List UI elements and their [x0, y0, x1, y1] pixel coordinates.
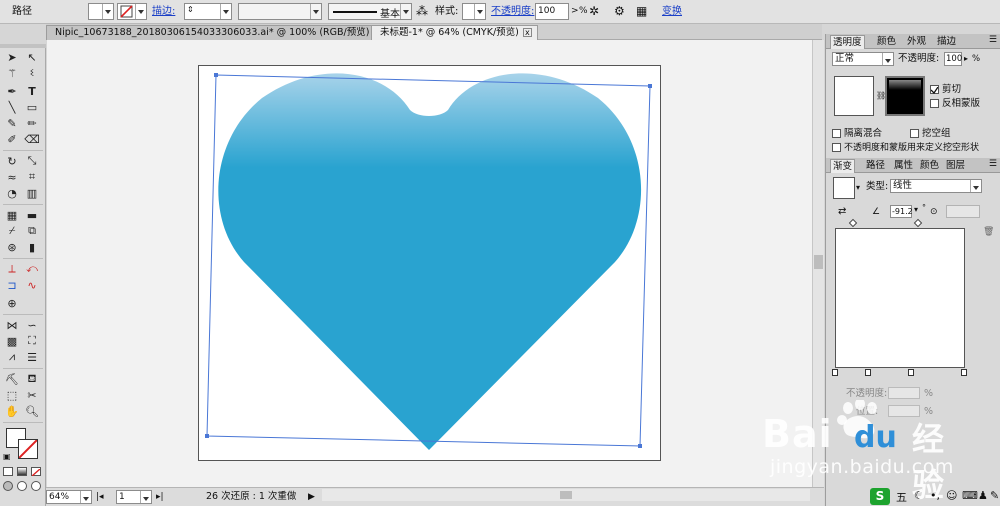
- isolate-blending-checkbox[interactable]: [832, 129, 841, 138]
- gradient-panel-tabs: 渐变 路径 属性 颜色 图层 ☰: [826, 158, 1000, 173]
- angle-icon: ∠: [872, 207, 881, 217]
- gradient-slider-preview[interactable]: [835, 228, 965, 368]
- selection-handle[interactable]: [638, 444, 642, 448]
- zoom-value: 64%: [49, 492, 70, 502]
- aspect-ratio-icon: ⊙: [930, 207, 938, 217]
- first-page-icon[interactable]: |◂: [96, 490, 104, 504]
- tab-appearance[interactable]: 外观: [905, 35, 928, 49]
- gradient-opacity-unit: %: [924, 388, 934, 399]
- opacity-mask-thumbnail[interactable]: [885, 76, 925, 116]
- user-icon[interactable]: ♟: [978, 489, 988, 502]
- tab-color-2[interactable]: 颜色: [918, 159, 941, 173]
- transparency-arrow-icon[interactable]: ▸: [964, 53, 968, 65]
- emoji-icon[interactable]: ☺: [946, 489, 957, 502]
- clip-checkbox[interactable]: [930, 85, 939, 95]
- tab-attributes[interactable]: 属性: [892, 159, 915, 173]
- watermark-bai: Bai: [762, 412, 833, 456]
- tab-stroke[interactable]: 描边: [935, 35, 958, 49]
- gradient-midpoint[interactable]: [848, 218, 858, 228]
- invert-mask-checkbox[interactable]: [930, 99, 939, 108]
- gradient-angle-unit: °: [922, 203, 926, 212]
- punctuation-icon[interactable]: •,: [930, 489, 940, 502]
- selection-handle[interactable]: [205, 434, 209, 438]
- ime-mode[interactable]: 五: [896, 489, 907, 505]
- selection-handle[interactable]: [214, 73, 218, 77]
- tab-gradient[interactable]: 渐变: [830, 159, 856, 173]
- scroll-thumb[interactable]: [560, 491, 572, 499]
- gradient-opacity-label: 不透明度:: [846, 388, 888, 399]
- status-menu-icon[interactable]: ▶: [308, 490, 315, 504]
- clip-label: 剪切: [942, 84, 962, 95]
- isolate-blending-label: 隔离混合: [844, 128, 883, 139]
- wrench-icon[interactable]: ✎: [990, 489, 999, 502]
- ime-logo[interactable]: S: [870, 488, 890, 505]
- checkmark-icon: [930, 86, 939, 95]
- opacity-mask-knockout-checkbox[interactable]: [832, 143, 841, 152]
- opacity-mask-knockout-label: 不透明度和蒙版用来定义挖空形状: [844, 143, 980, 153]
- tab-transparency[interactable]: 透明度: [830, 35, 865, 49]
- keyboard-icon[interactable]: ⌨: [962, 489, 978, 502]
- zoom-select[interactable]: 64%: [46, 490, 92, 504]
- gradient-swatch-dropdown-icon[interactable]: ▾: [856, 182, 860, 194]
- knockout-group-checkbox[interactable]: [910, 129, 919, 138]
- gradient-stop[interactable]: [908, 369, 914, 376]
- ime-toolbar: S 五 ☾ •, ☺ ⌨ ♟ ✎: [870, 487, 1000, 506]
- heart-shape[interactable]: [218, 73, 642, 451]
- gradient-type-label: 类型:: [866, 181, 889, 192]
- angle-dropdown-icon[interactable]: ▾: [914, 204, 918, 216]
- panel-menu-icon[interactable]: ☰: [989, 159, 997, 169]
- gradient-opacity-input: [888, 387, 920, 399]
- gradient-angle-input[interactable]: -91.2: [890, 205, 913, 218]
- delete-stop-icon[interactable]: 🗑︎: [983, 226, 994, 238]
- tab-layers[interactable]: 图层: [944, 159, 967, 173]
- knockout-group-label: 挖空组: [922, 128, 951, 139]
- next-page-icon[interactable]: ▸|: [156, 490, 164, 504]
- horizontal-scrollbar[interactable]: [322, 489, 810, 501]
- gradient-stop[interactable]: [961, 369, 967, 376]
- blend-mode-value: 正常: [835, 53, 855, 64]
- gradient-type-select[interactable]: 线性: [890, 179, 982, 193]
- transparency-opacity-input[interactable]: 100: [944, 52, 962, 66]
- moon-icon[interactable]: ☾: [914, 489, 924, 502]
- gradient-stop[interactable]: [865, 369, 871, 376]
- panel-menu-icon[interactable]: ☰: [989, 35, 997, 45]
- gradient-preview-swatch[interactable]: [833, 177, 855, 199]
- page-value: 1: [119, 492, 125, 502]
- scroll-thumb[interactable]: [814, 255, 823, 269]
- gradient-midpoint[interactable]: [913, 218, 923, 228]
- history-status: 26 次还原 : 1 次重做: [206, 491, 297, 502]
- tab-pathfinder[interactable]: 路径: [864, 159, 887, 173]
- invert-mask-label: 反相蒙版: [942, 98, 981, 109]
- aspect-ratio-input: [946, 205, 980, 218]
- tab-color[interactable]: 颜色: [875, 35, 898, 49]
- gradient-stop[interactable]: [832, 369, 838, 376]
- gradient-type-value: 线性: [893, 180, 913, 191]
- transparency-opacity-unit: %: [972, 54, 981, 64]
- blend-mode-select[interactable]: 正常: [832, 52, 894, 66]
- object-thumbnail[interactable]: [834, 76, 874, 116]
- reverse-gradient-icon[interactable]: ⇄: [838, 206, 846, 218]
- page-select[interactable]: 1: [116, 490, 152, 504]
- watermark-du: du: [854, 420, 897, 455]
- transparency-panel-tabs: 透明度 颜色 外观 描边 ☰: [826, 34, 1000, 49]
- selection-handle[interactable]: [648, 84, 652, 88]
- transparency-opacity-label: 不透明度:: [898, 53, 940, 64]
- watermark-url: jingyan.baidu.com: [770, 456, 954, 478]
